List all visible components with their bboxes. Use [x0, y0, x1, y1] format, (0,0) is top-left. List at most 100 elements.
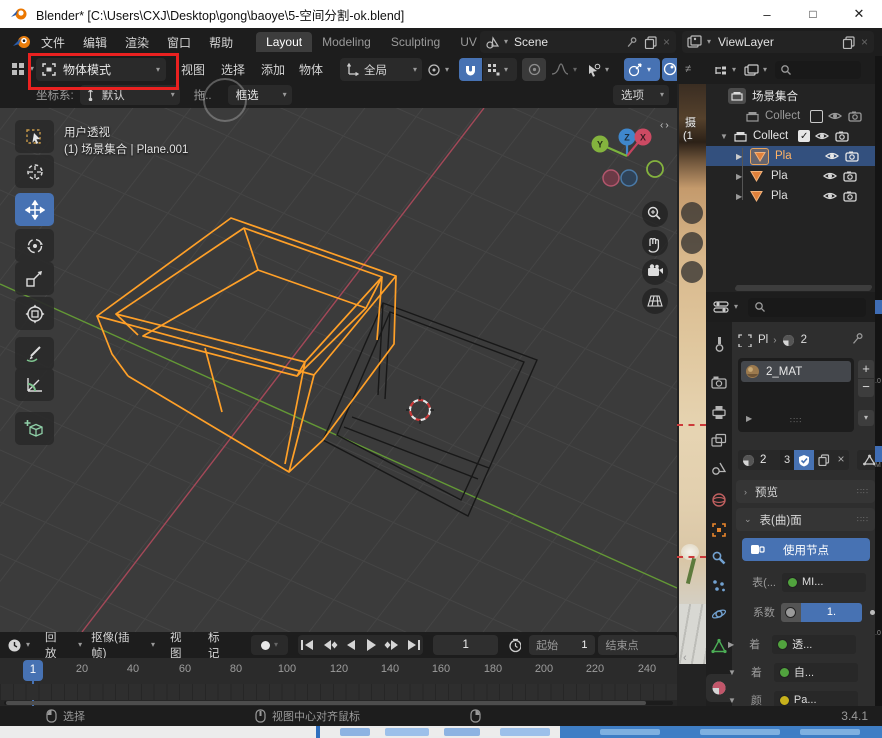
tab-object[interactable] [711, 522, 727, 538]
maximize-button[interactable]: □ [790, 0, 836, 28]
pan-button[interactable] [642, 230, 668, 256]
color-value[interactable]: Pa... [774, 691, 858, 707]
material-browse-button[interactable]: 2 [738, 450, 780, 470]
navigation-gizmo[interactable]: Z X Y [592, 129, 664, 187]
collapse-icon[interactable]: ▼ [728, 668, 736, 677]
camera-restrict-icon[interactable] [842, 190, 858, 202]
timeline-ruler[interactable]: 20 40 60 80 100 120 140 160 180 200 220 … [0, 658, 677, 684]
menu-select[interactable]: 选择 [212, 61, 254, 78]
orientation-dropdown[interactable]: 全局 ▾ [340, 58, 422, 81]
scene-icon[interactable] [485, 35, 500, 49]
workspace-tab-modeling[interactable]: Modeling [312, 32, 381, 52]
play-button[interactable] [361, 635, 382, 655]
exclude-checkbox-checked[interactable]: ✓ [798, 130, 810, 142]
gizmo-visibility-dropdown[interactable]: ▾ [586, 58, 622, 81]
tool-transform[interactable] [15, 297, 54, 330]
camera-restrict-icon[interactable] [834, 130, 850, 142]
menu-render[interactable]: 渲染 [116, 34, 158, 51]
minimize-button[interactable]: – [744, 0, 790, 28]
outliner-row-object[interactable]: ▶ Pla [706, 186, 882, 206]
strip-camera-button[interactable] [681, 261, 703, 283]
tool-move[interactable] [15, 193, 54, 226]
tab-modifiers[interactable] [711, 550, 727, 566]
current-frame-field[interactable]: 1 [433, 635, 498, 655]
tool-select-box[interactable] [15, 120, 54, 153]
menu-add[interactable]: 添加 [252, 61, 294, 78]
strip-zoom-button[interactable] [681, 202, 703, 224]
eye-icon[interactable] [814, 130, 830, 142]
blender-icon[interactable] [12, 34, 32, 50]
strip-collapse-arrow[interactable]: ‹ [683, 652, 687, 664]
pin-icon[interactable] [626, 36, 638, 49]
copy-material-button[interactable] [814, 450, 833, 470]
eye-icon[interactable] [822, 170, 838, 182]
use-preview-range-icon[interactable] [508, 638, 521, 653]
surface-shader-value[interactable]: MI... [782, 573, 866, 592]
tab-scene[interactable] [711, 460, 727, 476]
camera-view-button[interactable] [642, 259, 668, 285]
camera-restrict-icon[interactable] [844, 150, 860, 162]
outliner-row-object-selected[interactable]: ▶ Pla [706, 146, 882, 166]
fake-user-toggle[interactable] [794, 450, 814, 470]
strip-pan-button[interactable] [681, 232, 703, 254]
tool-rotate[interactable] [15, 229, 54, 262]
menu-object[interactable]: 物体 [290, 61, 332, 78]
tool-measure[interactable] [15, 368, 54, 401]
scene-name[interactable]: Scene [514, 35, 548, 49]
material-slot-selected[interactable]: 2_MAT [741, 361, 851, 382]
snap-settings-dropdown[interactable]: ▾ [483, 58, 517, 81]
menu-help[interactable]: 帮助 [200, 34, 242, 51]
material-users-count[interactable]: 3 [780, 450, 794, 470]
eye-icon[interactable] [824, 150, 840, 162]
viewlayer-remove-icon[interactable]: × [861, 35, 868, 49]
exclude-checkbox-unchecked[interactable] [810, 110, 823, 123]
factor-slider[interactable]: 1. [781, 603, 862, 622]
close-button[interactable]: ✕ [836, 0, 882, 28]
jump-to-end-button[interactable] [402, 635, 423, 655]
shader-value[interactable]: 透... [772, 635, 856, 654]
timeline-menu-keying[interactable]: 抠像(插帧) [82, 632, 147, 661]
tool-cursor[interactable] [15, 155, 54, 188]
outliner-search[interactable] [775, 61, 861, 79]
pin-icon[interactable] [852, 332, 865, 346]
breadcrumb-object[interactable]: Pl [758, 334, 768, 346]
eye-icon[interactable] [827, 110, 843, 122]
outliner-properties-divider-pill[interactable] [735, 286, 871, 291]
viewport-3d[interactable]: Z X Y [0, 108, 677, 632]
scene-browse-chevron[interactable]: ▾ [504, 38, 508, 46]
timeline-menu-view[interactable]: 视图 [161, 632, 199, 661]
frame-end-field[interactable]: 结束点 [598, 635, 677, 655]
next-keyframe-button[interactable] [382, 635, 403, 655]
timeline-editor-type[interactable]: ▾ [7, 638, 30, 653]
tab-world[interactable] [711, 492, 727, 508]
snap-toggle[interactable] [459, 58, 482, 81]
camera-strip-viewport[interactable]: ≠ 摄 (1 ‹ [677, 56, 706, 706]
timeline-track-area[interactable] [0, 684, 677, 700]
zoom-button[interactable] [642, 201, 668, 227]
jump-to-start-button[interactable] [298, 635, 319, 655]
use-nodes-button[interactable]: 使用节点 [742, 538, 870, 561]
slot-add-button[interactable]: + [858, 360, 874, 378]
viewlayer-copy-icon[interactable] [842, 36, 856, 49]
properties-editor-type[interactable]: ▾ [713, 300, 738, 314]
outliner-row-collection-excluded[interactable]: Collect [706, 106, 882, 126]
outliner-display-mode[interactable]: ▾ [714, 64, 736, 77]
region-collapse-arrows[interactable]: ‹› [660, 120, 671, 131]
menu-window[interactable]: 窗口 [158, 34, 200, 51]
slot-list-expand[interactable]: ▶ [746, 414, 752, 423]
new-copy-icon[interactable] [644, 36, 658, 49]
tab-render[interactable] [711, 374, 727, 390]
slot-remove-button[interactable]: − [858, 379, 874, 397]
menu-edit[interactable]: 编辑 [74, 34, 116, 51]
camera-restrict-icon[interactable] [842, 170, 858, 182]
collapse-icon[interactable]: ▼ [728, 696, 736, 705]
surface-panel-header[interactable]: ⌄ 表(曲)面 ∷∷ [736, 508, 875, 531]
outliner-row-collection[interactable]: ▼ Collect ✓ [706, 126, 882, 146]
tab-view-layer[interactable] [711, 432, 727, 448]
tool-scale[interactable] [15, 262, 54, 295]
workspace-tab-layout[interactable]: Layout [256, 32, 312, 52]
timeline-menu-markers[interactable]: 标记 [199, 632, 237, 661]
eye-icon[interactable] [822, 190, 838, 202]
pivot-dropdown[interactable]: ▾ [427, 58, 457, 81]
tool-annotate[interactable] [15, 337, 54, 370]
